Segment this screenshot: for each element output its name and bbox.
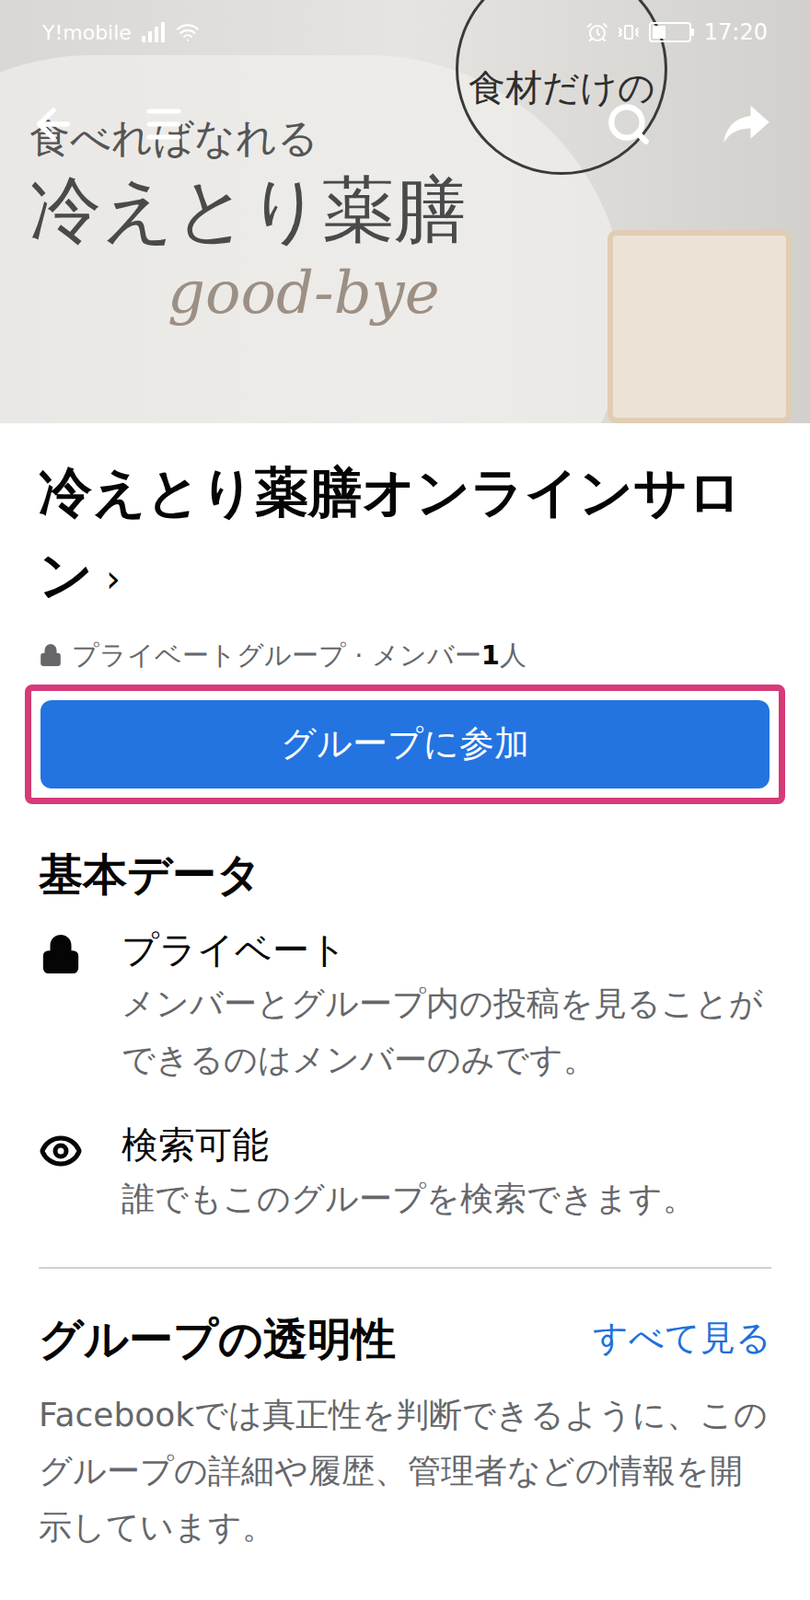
search-icon[interactable] (605, 101, 652, 148)
cover-text: 食べればなれる冷えとり薬膳good-bye (29, 112, 466, 330)
share-icon[interactable] (721, 103, 772, 146)
menu-icon[interactable] (141, 102, 186, 147)
cover-script: good-bye (29, 255, 466, 330)
nav-bar (0, 92, 810, 157)
group-meta: プライベートグループ · メンバー1人 (38, 636, 772, 674)
wifi-icon (175, 20, 200, 45)
status-bar: Y!mobile 17:20 (0, 0, 810, 65)
about-item-icon-box (38, 1119, 83, 1227)
group-meta-text: プライベートグループ · メンバー1人 (71, 636, 527, 674)
cover-chair (607, 230, 792, 424)
alarm-icon (586, 21, 609, 44)
content: 冷えとり薬膳オンラインサロン› プライベートグループ · メンバー1人グループに参… (0, 423, 810, 1556)
cover-tagline: 食べればなれる (29, 112, 466, 164)
about-item-text: 検索可能誰でもこのグループを検索できます。 (121, 1119, 696, 1227)
vibrate-icon (617, 21, 640, 44)
about-item: プライベートメンバーとグループ内の投稿を見ることができるのはメンバーのみです。 (38, 924, 772, 1088)
cover: 食材だけの食べればなれる冷えとり薬膳good-byeY!mobile17:20 (0, 0, 810, 424)
status-right: 17:20 (586, 15, 768, 49)
about-item-icon-box (38, 924, 83, 1088)
transparency-text: Facebookでは真正性を判断できるように、このグループの詳細や履歴、管理者な… (38, 1387, 772, 1556)
nav-left (29, 100, 186, 149)
about-item-description: メンバーとグループ内の投稿を見ることができるのはメンバーのみです。 (121, 975, 772, 1088)
join-button[interactable]: グループに参加 (40, 700, 770, 789)
about-item-title: 検索可能 (121, 1119, 696, 1171)
transparency-header: グループの透明性 すべて見る (38, 1311, 772, 1367)
clock: 17:20 (704, 15, 768, 49)
chevron: › (105, 557, 121, 601)
lock-icon (39, 933, 82, 976)
about-title: 基本データ (38, 846, 772, 903)
cover-headline: 冷えとり薬膳 (29, 163, 466, 256)
status-left: Y!mobile (42, 17, 200, 48)
about-item-title: プライベート (121, 924, 772, 976)
lock-icon (38, 643, 63, 668)
about-item: 検索可能誰でもこのグループを検索できます。 (38, 1119, 772, 1227)
see-all-link[interactable]: すべて見る (592, 1312, 772, 1366)
about-item-description: 誰でもこのグループを検索できます。 (121, 1170, 696, 1227)
nav-right (605, 101, 781, 148)
about-list: プライベートメンバーとグループ内の投稿を見ることができるのはメンバーのみです。検… (38, 924, 772, 1227)
battery-icon (648, 21, 695, 44)
join-highlight: グループに参加 (24, 684, 786, 805)
group-name[interactable]: 冷えとり薬膳オンラインサロン› (38, 451, 772, 621)
about-item-text: プライベートメンバーとグループ内の投稿を見ることができるのはメンバーのみです。 (121, 924, 772, 1088)
back-icon[interactable] (29, 100, 78, 149)
eye-icon (38, 1128, 83, 1175)
carrier: Y!mobile (42, 17, 132, 48)
divider (38, 1267, 772, 1270)
app: 食材だけの食べればなれる冷えとり薬膳good-byeY!mobile17:20冷… (0, 0, 810, 1600)
signal-icon (140, 22, 167, 43)
transparency-title: グループの透明性 (38, 1311, 396, 1367)
